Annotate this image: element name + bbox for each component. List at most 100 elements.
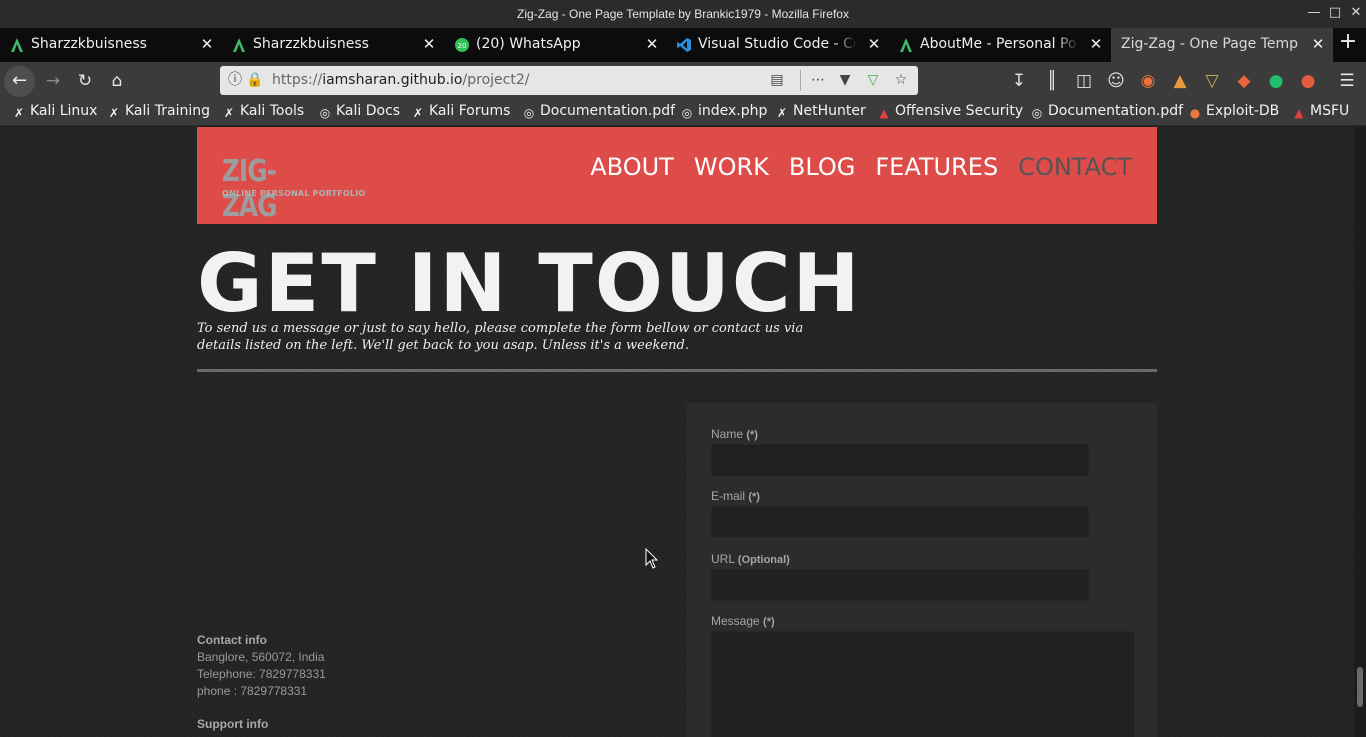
page-heading: GET IN TOUCH <box>197 237 862 330</box>
extension-icon[interactable]: ▽ <box>864 71 882 89</box>
contact-info: Contact info Banglore, 560072, India Tel… <box>197 632 326 700</box>
download-icon[interactable]: ↧ <box>1008 70 1030 92</box>
sidebar-icon[interactable]: ◫ <box>1073 70 1095 92</box>
nav-features[interactable]: FEATURES <box>875 153 998 181</box>
url-path: /project2/ <box>462 72 530 88</box>
new-tab-icon[interactable]: + <box>1338 29 1358 54</box>
back-arrow-icon[interactable]: ← <box>4 66 35 97</box>
close-tab-icon[interactable]: ✕ <box>1311 36 1325 52</box>
bookmark-star-icon[interactable]: ☆ <box>892 71 910 89</box>
account-icon[interactable]: ☺ <box>1105 70 1127 92</box>
url-field[interactable] <box>711 569 1089 601</box>
close-tab-icon[interactable]: ✕ <box>422 36 436 52</box>
site-logo[interactable]: ZIG-ZAG ONLINE PERSONAL PORTFOLIO <box>222 154 365 224</box>
bookmark-offensive-security[interactable]: ▲ Offensive Security <box>877 103 1023 120</box>
contact-phone: phone : 7829778331 <box>197 684 308 698</box>
extension-shield-icon[interactable]: ◉ <box>1137 70 1159 92</box>
close-window-icon[interactable]: ✕ <box>1348 5 1364 21</box>
tab-fade <box>1055 28 1079 62</box>
message-label: Message (*) <box>711 614 775 628</box>
bookmarks-toolbar: ✗ Kali Linux ✗ Kali Training ✗ Kali Tools ◎… <box>0 100 1366 126</box>
window-title: Zig-Zag - One Page Template by Brankic19… <box>517 7 849 21</box>
bookmark-kali-training[interactable]: ✗ Kali Training <box>107 103 210 120</box>
tab-sharzzkbuisness-2[interactable]: Sharzzkbuisness ✕ <box>222 28 444 62</box>
close-tab-icon[interactable]: ✕ <box>200 36 214 52</box>
kali-dragon-icon: ✗ <box>223 106 235 120</box>
tab-vscode[interactable]: Visual Studio Code - Cod ✕ <box>667 28 889 62</box>
tab-label: Sharzzkbuisness <box>31 36 147 52</box>
tab-label: (20) WhatsApp <box>476 36 581 52</box>
filter-icon[interactable]: ▽ <box>1201 70 1223 92</box>
message-field[interactable] <box>711 631 1135 737</box>
tab-aboutme[interactable]: AboutMe - Personal Port ✕ <box>889 28 1111 62</box>
tab-label: AboutMe - Personal Port <box>920 36 1077 52</box>
kali-dragon-icon: ✗ <box>108 106 120 120</box>
close-tab-icon[interactable]: ✕ <box>867 36 881 52</box>
menu-icon[interactable]: ☰ <box>1336 70 1358 92</box>
bookmark-msfu[interactable]: ▲ MSFU <box>1292 103 1349 120</box>
email-label: E-mail (*) <box>711 489 760 503</box>
tab-zigzag-active[interactable]: Zig-Zag - One Page Templa ✕ <box>1111 28 1333 62</box>
globe-icon: ◎ <box>319 106 331 120</box>
contact-telephone: Telephone: 7829778331 <box>197 667 326 681</box>
bookmark-exploit-db[interactable]: ● Exploit-DB <box>1188 103 1280 120</box>
reader-view-icon[interactable]: ▤ <box>768 71 786 89</box>
metamask-icon[interactable]: ▲ <box>1169 70 1191 92</box>
home-icon[interactable]: ⌂ <box>106 70 128 92</box>
bookmark-documentation-pdf[interactable]: ◎ Documentation.pdf <box>522 103 675 120</box>
name-field[interactable] <box>711 444 1089 476</box>
nav-blog[interactable]: BLOG <box>789 153 855 181</box>
grammarly-icon[interactable]: ● <box>1265 70 1287 92</box>
whatsapp-icon: 20 <box>455 38 469 52</box>
scrollbar-thumb[interactable] <box>1357 667 1363 707</box>
tab-fade <box>833 28 857 62</box>
bookmark-index-php[interactable]: ◎ index.php <box>680 103 768 120</box>
globe-icon: ◎ <box>681 106 693 120</box>
more-actions-icon[interactable]: ⋯ <box>809 71 827 89</box>
bookmark-kali-docs[interactable]: ◎ Kali Docs <box>318 103 400 120</box>
bookmark-kali-tools[interactable]: ✗ Kali Tools <box>222 103 304 120</box>
offsec-icon: ▲ <box>1294 106 1304 120</box>
reload-icon[interactable]: ↻ <box>74 70 96 92</box>
email-field[interactable] <box>711 506 1089 538</box>
minimize-icon[interactable]: — <box>1306 5 1322 21</box>
nav-work[interactable]: WORK <box>694 153 769 181</box>
maximize-icon[interactable]: □ <box>1327 5 1343 21</box>
bookmark-kali-linux[interactable]: ✗ Kali Linux <box>12 103 98 120</box>
globe-icon: ◎ <box>523 106 535 120</box>
tab-whatsapp[interactable]: 20 (20) WhatsApp ✕ <box>445 28 667 62</box>
forward-arrow-icon[interactable]: → <box>42 70 64 92</box>
navigation-toolbar: ← → ↻ ⌂ ⓘ 🔒 https://iamsharan.github.io/… <box>0 62 1366 100</box>
bookmark-documentation-pdf-2[interactable]: ◎ Documentation.pdf <box>1030 103 1183 120</box>
lock-icon[interactable]: 🔒 <box>246 71 264 89</box>
close-tab-icon[interactable]: ✕ <box>1089 36 1103 52</box>
google-plus-icon[interactable]: ● <box>1297 70 1319 92</box>
close-tab-icon[interactable]: ✕ <box>645 36 659 52</box>
svg-text:20: 20 <box>458 42 467 50</box>
url-prefix: https:// <box>272 72 323 88</box>
bookmark-kali-forums[interactable]: ✗ Kali Forums <box>411 103 510 120</box>
support-info-heading: Support info <box>197 717 269 731</box>
url-bar[interactable]: ⓘ 🔒 https://iamsharan.github.io/project2… <box>220 66 918 95</box>
contact-form: Name (*) E-mail (*) URL (Optional) Messa… <box>687 403 1157 737</box>
nav-contact[interactable]: CONTACT <box>1018 153 1132 181</box>
library-icon[interactable]: ║ <box>1041 70 1063 92</box>
tag-icon[interactable]: ◆ <box>1233 70 1255 92</box>
vscode-icon <box>677 38 691 52</box>
info-icon[interactable]: ⓘ <box>226 71 244 89</box>
site-header: ZIG-ZAG ONLINE PERSONAL PORTFOLIO ABOUT W… <box>197 127 1157 224</box>
tab-sharzzkbuisness-1[interactable]: Sharzzkbuisness ✕ <box>0 28 222 62</box>
tab-label: Visual Studio Code - Cod <box>698 36 855 52</box>
url-divider <box>800 70 801 91</box>
nav-about[interactable]: ABOUT <box>590 153 674 181</box>
page-scrollbar[interactable] <box>1354 127 1366 737</box>
bookmark-nethunter[interactable]: ✗ NetHunter <box>775 103 866 120</box>
pocket-icon[interactable]: ▼ <box>836 71 854 89</box>
contact-info-heading: Contact info <box>197 633 267 647</box>
section-divider <box>197 369 1157 372</box>
url-text[interactable]: https://iamsharan.github.io/project2/ <box>272 72 529 88</box>
mouse-cursor-icon <box>645 548 659 569</box>
logo-tagline: ONLINE PERSONAL PORTFOLIO <box>222 189 366 198</box>
name-label: Name (*) <box>711 427 758 441</box>
globe-icon: ◎ <box>1031 106 1043 120</box>
